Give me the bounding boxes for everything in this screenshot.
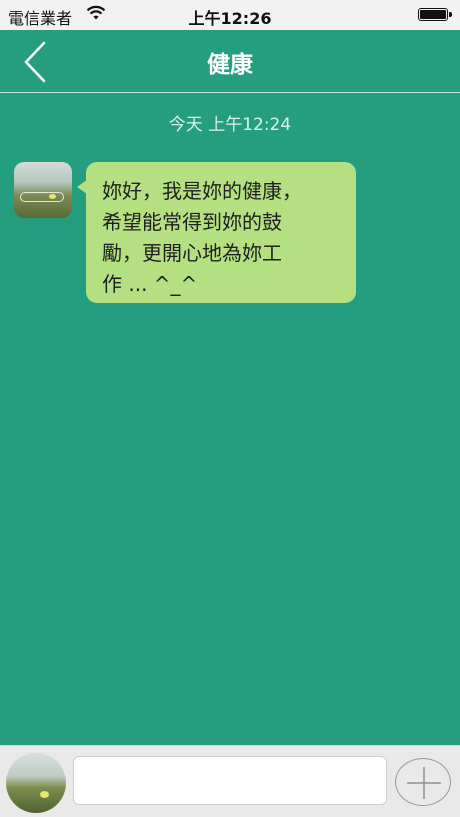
- message-bubble: 妳好，我是妳的健康， 希望能常得到妳的鼓 勵，更開心地為妳工 作 ... ^_^: [77, 162, 356, 303]
- avatar[interactable]: [14, 162, 72, 218]
- composer-bar: [0, 745, 460, 817]
- nav-bar: 健康: [0, 30, 460, 93]
- page-title: 健康: [207, 52, 253, 78]
- user-avatar[interactable]: [6, 753, 66, 813]
- status-bar: 電信業者 上午12:26: [0, 0, 460, 30]
- message-input[interactable]: [73, 756, 387, 805]
- status-time: 上午12:26: [188, 9, 272, 28]
- avatar-flower: [40, 791, 49, 798]
- message-text: 妳好，我是妳的健康， 希望能常得到妳的鼓 勵，更開心地為妳工 作 ... ^_^: [102, 179, 302, 296]
- battery-icon: [418, 8, 452, 21]
- battery-level: [420, 10, 446, 19]
- chat-timestamp: 今天 上午12:24: [168, 115, 292, 135]
- add-button[interactable]: [395, 758, 451, 806]
- avatar-badge: [20, 192, 64, 202]
- plus-icon: [407, 767, 441, 799]
